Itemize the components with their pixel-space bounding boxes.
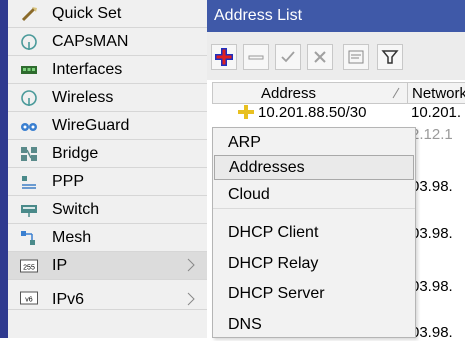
sidebar-item-ip[interactable]: 255 IP: [8, 252, 207, 280]
sidebar-item-label: Quick Set: [52, 5, 122, 22]
submenu-separator: [213, 208, 415, 209]
submenu-item-dhcp-relay[interactable]: DHCP Relay: [213, 251, 415, 276]
svg-text:255: 255: [23, 265, 35, 272]
filter-icon: [381, 50, 399, 64]
bridge-icon: [21, 147, 37, 161]
sidebar-item-label: Interfaces: [52, 61, 123, 78]
interfaces-icon: [21, 66, 37, 74]
add-button[interactable]: [211, 44, 237, 70]
remove-icon: [248, 55, 264, 60]
sort-icon: [392, 87, 400, 99]
disable-icon: [314, 51, 326, 63]
sidebar-item-label: PPP: [52, 173, 85, 190]
sidebar-item-label: IPv6: [52, 291, 85, 308]
sidebar-item-quick-set[interactable]: Quick Set: [8, 0, 207, 28]
sidebar-menu: Quick Set CAPsMAN Interfaces Wireless Wi…: [8, 0, 207, 338]
sidebar-item-label: Bridge: [52, 145, 99, 162]
column-header-network[interactable]: Network: [407, 82, 465, 104]
toolbar: [207, 32, 465, 80]
mesh-icon: [21, 231, 35, 245]
submenu-item-dns[interactable]: DNS: [213, 312, 415, 337]
submenu-item-dhcp-server[interactable]: DHCP Server: [213, 281, 415, 306]
chevron-right-icon: [187, 258, 195, 272]
filter-button[interactable]: [377, 44, 403, 70]
address-row-icon: [238, 105, 254, 119]
comment-button[interactable]: [343, 44, 369, 70]
submenu-item-addresses[interactable]: Addresses: [214, 155, 414, 180]
sidebar-item-mesh[interactable]: Mesh: [8, 224, 207, 252]
remove-button[interactable]: [243, 44, 269, 70]
sidebar-item-ppp[interactable]: PPP: [8, 168, 207, 196]
wireguard-icon: [21, 123, 37, 131]
svg-text:v6: v6: [25, 297, 33, 304]
sidebar-item-capsman[interactable]: CAPsMAN: [8, 28, 207, 56]
submenu-item-dhcp-client[interactable]: DHCP Client: [213, 220, 415, 245]
comment-icon: [348, 50, 364, 64]
sidebar-item-interfaces[interactable]: Interfaces: [8, 56, 207, 84]
wireless-icon: [21, 90, 37, 106]
sidebar-item-label: Mesh: [52, 229, 92, 246]
switch-icon: [21, 205, 37, 217]
capsman-icon: [21, 34, 37, 50]
sidebar-item-wireless[interactable]: Wireless: [8, 84, 207, 112]
quick-set-icon: [21, 7, 37, 22]
sidebar-item-ipv6[interactable]: v6 IPv6: [8, 280, 207, 310]
window-title-bar[interactable]: Address List: [207, 0, 465, 32]
sidebar-item-wireguard[interactable]: WireGuard: [8, 112, 207, 140]
sidebar-item-label: Wireless: [52, 89, 114, 106]
sidebar-item-label: Switch: [52, 201, 100, 218]
submenu-item-arp[interactable]: ARP: [213, 130, 415, 155]
column-header-address[interactable]: Address: [212, 82, 408, 104]
sidebar-item-label: WireGuard: [52, 117, 130, 134]
sidebar-item-switch[interactable]: Switch: [8, 196, 207, 224]
enable-button[interactable]: [275, 44, 301, 70]
add-icon: [215, 48, 233, 66]
enable-icon: [281, 51, 295, 63]
sidebar-item-label: CAPsMAN: [52, 33, 129, 50]
window-title: Address List: [214, 7, 303, 24]
chevron-right-icon: [187, 292, 195, 306]
sidebar-item-bridge[interactable]: Bridge: [8, 140, 207, 168]
sidebar-item-label: IP: [52, 257, 68, 274]
ip-submenu: ARP Addresses Cloud DHCP Client DHCP Rel…: [212, 127, 416, 338]
ip-icon: 255: [20, 259, 38, 273]
ppp-icon: [22, 176, 36, 189]
left-edge-strip: [0, 0, 8, 338]
disable-button[interactable]: [307, 44, 333, 70]
submenu-item-cloud[interactable]: Cloud: [213, 182, 415, 207]
ipv6-icon: v6: [20, 291, 38, 305]
